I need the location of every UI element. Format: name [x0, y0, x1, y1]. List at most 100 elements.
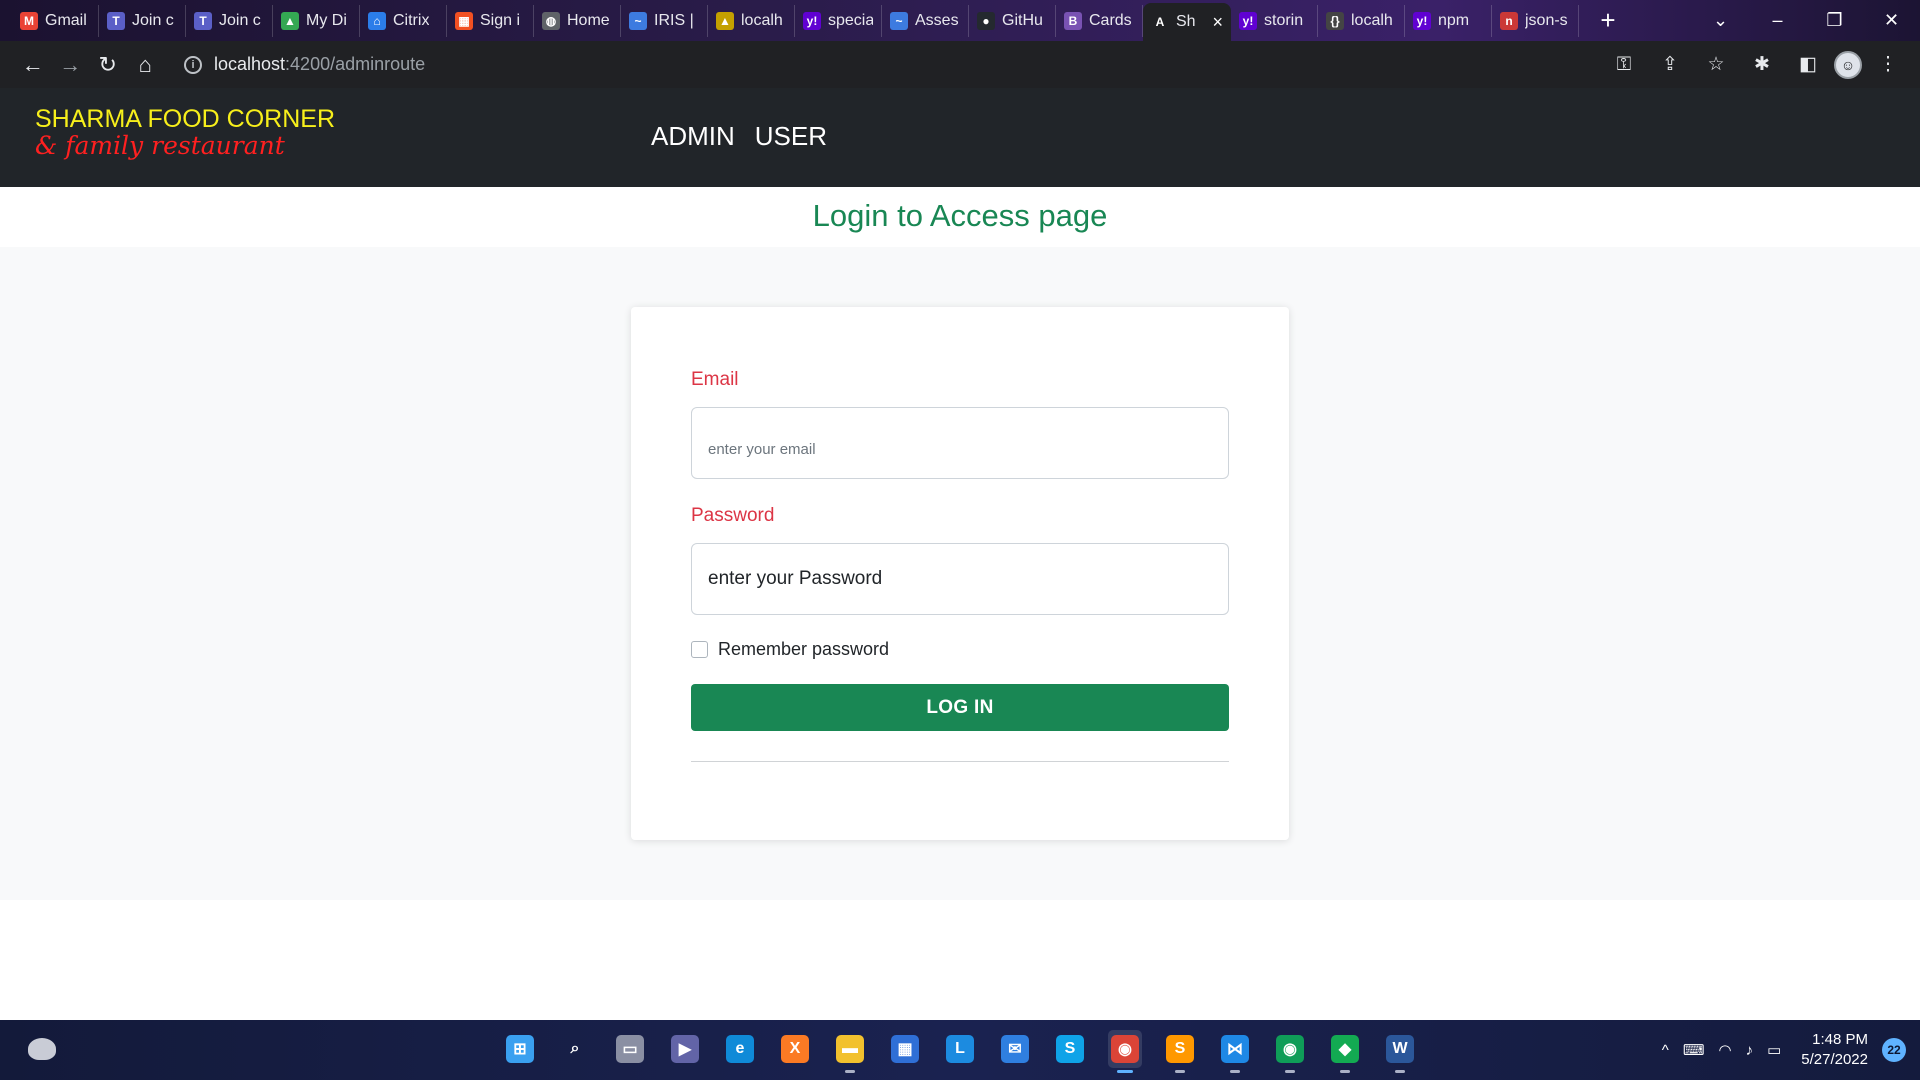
browser-tab[interactable]: ~ IRIS | [621, 4, 708, 37]
browser-tab[interactable]: T Join c [186, 4, 273, 37]
remember-checkbox[interactable] [691, 641, 708, 658]
remember-label[interactable]: Remember password [718, 639, 889, 660]
show-hidden-icons-icon[interactable]: ^ [1662, 1042, 1669, 1059]
new-tab-button[interactable]: + [1593, 5, 1623, 36]
taskbar-app[interactable]: ▦ [888, 1030, 922, 1068]
browser-tab[interactable]: ~ Asses [882, 4, 969, 37]
clock-date: 5/27/2022 [1801, 1051, 1868, 1068]
volume-icon[interactable]: ♪ [1746, 1042, 1754, 1059]
taskbar-app[interactable]: ◉ [1273, 1030, 1307, 1073]
more-menu-icon[interactable]: ⋮ [1868, 47, 1908, 83]
taskbar-app[interactable]: ▭ [613, 1030, 647, 1068]
login-form: Email Password Remember password LOG IN [691, 369, 1229, 762]
browser-tab[interactable]: ◍ Home [534, 4, 621, 37]
weather-widget-icon[interactable] [28, 1038, 56, 1060]
password-group: Password [691, 505, 1229, 615]
yahoo-icon: y! [1239, 11, 1257, 30]
extensions-icon[interactable]: ✱ [1742, 47, 1782, 83]
clock[interactable]: 1:48 PM 5/27/2022 [1801, 1030, 1868, 1070]
browser-tab[interactable]: M Gmail [12, 4, 99, 37]
windows-taskbar: ⊞ ⌕ ▭ ▶ e X ▬ ▦ L ✉ S ◉ S ⋈ ◉ ◆ W ^ ⌨ ◠ ♪ ▭ 1:48 PM 5/27… [0, 1020, 1920, 1080]
browser-tab[interactable]: ▦ Sign i [447, 4, 534, 37]
minimize-button[interactable]: – [1749, 10, 1806, 31]
notification-badge[interactable]: 22 [1882, 1038, 1906, 1062]
password-label: Password [691, 505, 775, 526]
keyboard-icon[interactable]: ⌨ [1683, 1041, 1705, 1059]
browser-tab-strip: M Gmail T Join c T Join c ▲ My Di ⌂ Citrix ▦ Sign i… [0, 0, 1920, 41]
share-icon[interactable]: ⇪ [1650, 47, 1690, 83]
brand[interactable]: SHARMA FOOD CORNER & family restaurant [35, 105, 335, 159]
taskbar-app[interactable]: W [1383, 1030, 1417, 1073]
browser-tab[interactable]: y! specia [795, 4, 882, 37]
taskbar-app[interactable]: e [723, 1030, 757, 1068]
profile-avatar[interactable]: ☺ [1834, 50, 1862, 79]
browser-tab[interactable]: y! npm [1405, 4, 1492, 37]
bookmark-star-icon[interactable]: ☆ [1696, 47, 1736, 83]
tab-active[interactable]: A Sh × [1143, 3, 1231, 41]
iris-icon: ~ [629, 11, 647, 30]
url-host: localhost [214, 54, 286, 74]
tab-search-icon[interactable]: ⌄ [1692, 10, 1749, 31]
side-panel-icon[interactable]: ◧ [1788, 47, 1828, 83]
password-field[interactable] [691, 543, 1229, 615]
browser-tab[interactable]: {} localh [1318, 4, 1405, 37]
browser-tab[interactable]: ● GitHu [969, 4, 1056, 37]
edge-icon: e [726, 1035, 754, 1063]
close-window-button[interactable]: ✕ [1863, 10, 1920, 31]
microsoft-icon: ▦ [455, 11, 473, 30]
nav-links: ADMIN USER [651, 121, 827, 152]
url-path: :4200/adminroute [285, 54, 426, 74]
login-button[interactable]: LOG IN [691, 684, 1229, 731]
browser-tab[interactable]: ▲ My Di [273, 4, 360, 37]
brand-title: SHARMA FOOD CORNER [35, 105, 336, 133]
taskbar-app[interactable]: ⋈ [1218, 1030, 1252, 1073]
wifi-icon[interactable]: ◠ [1718, 1041, 1731, 1059]
taskbar-app[interactable]: ⊞ [503, 1030, 537, 1068]
browser-tab[interactable]: ⌂ Citrix [360, 4, 447, 37]
nav-link-user[interactable]: USER [755, 121, 827, 152]
browser-tab[interactable]: T Join c [99, 4, 186, 37]
form-divider [691, 761, 1229, 762]
mail-icon: ✉ [1001, 1035, 1029, 1063]
browser-tab[interactable]: y! storin [1231, 4, 1318, 37]
l-app-icon: L [946, 1035, 974, 1063]
word-icon: W [1386, 1035, 1414, 1063]
taskbar-app[interactable]: S [1163, 1030, 1197, 1073]
taskbar-app[interactable]: ▶ [668, 1030, 702, 1068]
heading-band: Login to Access page [0, 187, 1920, 247]
taskbar-app[interactable]: ▬ [833, 1030, 867, 1073]
key-icon[interactable]: ⚿ [1604, 47, 1644, 83]
angular-icon: ▲ [716, 11, 734, 30]
page-title: Login to Access page [812, 198, 1108, 233]
taskbar-app[interactable]: ◉ [1108, 1030, 1142, 1073]
reload-button[interactable]: ↻ [89, 47, 127, 83]
teams-icon: T [194, 11, 212, 30]
battery-icon[interactable]: ▭ [1767, 1041, 1781, 1059]
drive-icon: ▲ [281, 11, 299, 30]
close-tab-icon[interactable]: × [1212, 12, 1223, 33]
taskbar-app[interactable]: L [943, 1030, 977, 1068]
address-bar[interactable]: i localhost:4200/adminroute [174, 47, 1604, 83]
chrome-icon: ◉ [1276, 1035, 1304, 1063]
globe-icon: ◍ [542, 11, 560, 30]
tab-label: specia [828, 11, 873, 29]
taskbar-app[interactable]: ⌕ [558, 1030, 592, 1068]
teams-chat-icon: ▶ [671, 1035, 699, 1063]
site-info-icon[interactable]: i [184, 55, 202, 74]
email-field[interactable] [691, 407, 1229, 479]
browser-tab[interactable]: B Cards [1056, 4, 1143, 37]
taskbar-app[interactable]: S [1053, 1030, 1087, 1068]
nav-link-admin[interactable]: ADMIN [651, 121, 735, 152]
browser-tab[interactable]: n json-s [1492, 4, 1579, 37]
file-explorer-icon: ▬ [836, 1035, 864, 1063]
mongodb-compass-icon: ◆ [1331, 1035, 1359, 1063]
taskbar-app[interactable]: ◆ [1328, 1030, 1362, 1073]
restore-button[interactable]: ❐ [1806, 10, 1863, 31]
tab-list: M Gmail T Join c T Join c ▲ My Di ⌂ Citrix ▦ Sign i… [0, 0, 1579, 41]
taskbar-app[interactable]: ✉ [998, 1030, 1032, 1068]
taskbar-app[interactable]: X [778, 1030, 812, 1068]
browser-tab[interactable]: ▲ localh [708, 4, 795, 37]
forward-button[interactable]: → [52, 47, 90, 83]
back-button[interactable]: ← [14, 47, 52, 83]
home-button[interactable]: ⌂ [127, 47, 165, 83]
